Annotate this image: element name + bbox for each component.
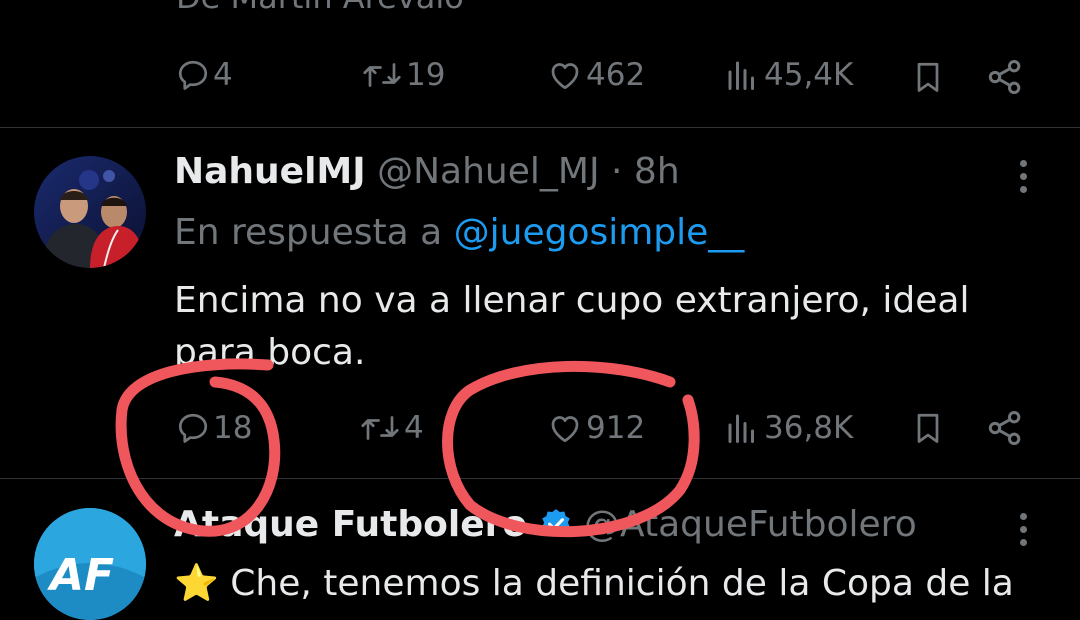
prev-share-button[interactable] (985, 57, 1025, 97)
display-name[interactable]: NahuelMJ (174, 151, 366, 192)
reply-button[interactable]: 18 (175, 410, 252, 446)
timestamp[interactable]: 8h (634, 151, 680, 192)
tweet-header: NahuelMJ @Nahuel_MJ · 8h (174, 151, 680, 192)
reply-context: En respuesta a @juegosimple__ (174, 212, 744, 253)
avatar[interactable] (34, 156, 146, 268)
more-icon (1020, 513, 1027, 546)
divider (0, 478, 1080, 479)
next-tweet-text-line: Che, tenemos la definición de la Copa de… (230, 563, 1014, 604)
more-button[interactable] (1020, 160, 1027, 199)
prev-repost-count: 19 (406, 57, 446, 93)
reply-to-link[interactable]: @juegosimple__ (454, 212, 745, 253)
more-icon (1020, 160, 1027, 193)
prev-tweet-text: De Martín Arévalo (176, 0, 464, 16)
bookmark-icon (917, 62, 939, 92)
views-icon (728, 414, 754, 443)
prev-like-count: 462 (586, 57, 646, 93)
prev-views-count: 45,4K (764, 57, 854, 93)
like-button[interactable]: 912 (546, 410, 645, 446)
avatar-logo-text: AF (47, 550, 114, 601)
reply-icon (178, 60, 208, 90)
prev-reply-button[interactable]: 4 (175, 57, 233, 93)
prev-bookmark-button[interactable] (910, 57, 946, 97)
prev-like-button[interactable]: 462 (546, 57, 645, 93)
views-icon (728, 61, 754, 90)
reply-prefix: En respuesta a (174, 212, 443, 253)
tweet-text-line-2: para boca. (174, 332, 366, 373)
next-tweet-text: ⭐ Che, tenemos la definición de la Copa … (174, 562, 1014, 604)
avatar-photo (34, 156, 146, 268)
repost-icon (363, 63, 401, 87)
divider (0, 127, 1080, 128)
bookmark-button[interactable] (910, 408, 946, 448)
avatar-logo: AF (34, 508, 146, 620)
reply-count: 18 (213, 410, 253, 446)
verified-badge-icon (541, 509, 570, 537)
repost-count: 4 (404, 410, 424, 446)
header-dot: · (611, 151, 623, 192)
views-count: 36,8K (764, 410, 854, 446)
reply-icon (178, 413, 208, 443)
prev-views-button[interactable]: 45,4K (722, 57, 853, 93)
repost-button[interactable]: 4 (358, 410, 424, 446)
more-button-2[interactable] (1020, 513, 1027, 552)
prev-repost-button[interactable]: 19 (360, 57, 445, 93)
share-icon (988, 60, 1021, 94)
display-name-2[interactable]: Ataque Futbolero (174, 504, 527, 545)
like-count: 912 (586, 410, 646, 446)
avatar-ataque-futbolero[interactable]: AF (34, 508, 146, 620)
tweet-text-line-1: Encima no va a llenar cupo extranjero, i… (174, 280, 970, 321)
like-icon (551, 63, 579, 90)
share-icon (988, 411, 1021, 445)
views-button[interactable]: 36,8K (722, 410, 853, 446)
handle[interactable]: @Nahuel_MJ (377, 151, 599, 192)
next-tweet-header: Ataque Futbolero @AtaqueFutbolero (174, 504, 917, 545)
like-icon (551, 416, 579, 443)
tweet-text: Encima no va a llenar cupo extranjero, i… (174, 275, 1054, 379)
star-icon: ⭐ (174, 563, 219, 604)
prev-reply-count: 4 (213, 57, 233, 93)
bookmark-icon (917, 413, 939, 443)
repost-icon (361, 416, 399, 440)
share-button[interactable] (985, 408, 1025, 448)
handle-2[interactable]: @AtaqueFutbolero (584, 504, 917, 545)
